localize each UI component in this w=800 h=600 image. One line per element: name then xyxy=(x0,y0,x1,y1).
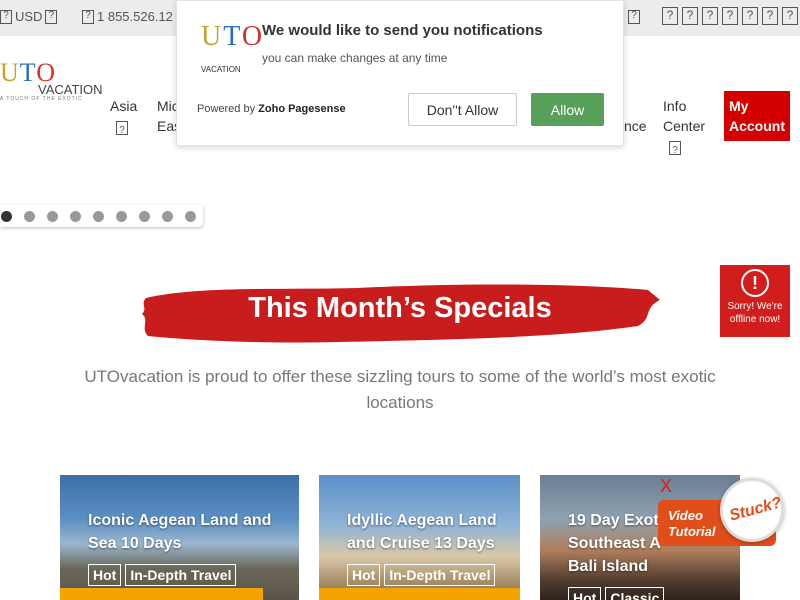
social-icon[interactable] xyxy=(682,7,698,25)
powered-brand: Zoho Pagesense xyxy=(258,103,346,115)
misc-icon-link[interactable] xyxy=(628,10,640,24)
account-label: Account xyxy=(729,118,785,134)
tag-badge: In-Depth Travel xyxy=(384,564,496,586)
nav-item-partial[interactable]: nce xyxy=(624,116,647,136)
alert-icon: ! xyxy=(741,269,769,297)
chevron-down-icon xyxy=(45,9,58,24)
nav-label: Asia xyxy=(110,98,138,114)
stuck-bubble[interactable]: Stuck? xyxy=(720,478,784,542)
popup-title: We would like to send you notifications xyxy=(262,22,543,39)
site-logo[interactable]: UTO VACATION A TOUCH OF THE EXOTIC xyxy=(0,58,105,108)
tour-title: 19 Day Exot Southeast A Bali Island xyxy=(568,512,661,575)
logo-tagline: A TOUCH OF THE EXOTIC xyxy=(0,96,83,102)
help-widget: Video Tutorial Stuck? X xyxy=(658,476,793,550)
misc-icon xyxy=(628,10,640,24)
phone-number: 1 855.526.12 xyxy=(97,9,173,24)
nav-item-info-center[interactable]: Info Center xyxy=(663,96,706,161)
price-bar xyxy=(60,588,263,600)
offline-text: offline now! xyxy=(729,314,781,325)
slider-dot[interactable] xyxy=(116,210,127,222)
currency-selector[interactable]: USD xyxy=(0,9,58,24)
phone-link[interactable]: 1 855.526.12 xyxy=(82,9,173,24)
nav-label: Info xyxy=(663,98,687,114)
slider-pagination xyxy=(0,205,203,227)
slider-dot[interactable] xyxy=(162,210,173,222)
tour-tags: Hot In-Depth Travel xyxy=(88,564,237,586)
popup-logo: UTO VACATION xyxy=(201,21,265,74)
tour-tags: Hot Classic xyxy=(568,587,665,600)
offline-text: Sorry! We're xyxy=(727,301,783,312)
slider-dot[interactable] xyxy=(93,210,104,222)
dont-allow-button[interactable]: Don''t Allow xyxy=(408,93,517,126)
slider-dot[interactable] xyxy=(70,210,81,222)
tag-badge: Hot xyxy=(88,564,122,586)
nav-label: nce xyxy=(624,118,647,134)
tour-title: Idyllic Aegean Land and Cruise 13 Days xyxy=(347,512,497,552)
chevron-down-icon xyxy=(116,121,128,141)
offline-chat-widget[interactable]: ! Sorry! We're offline now! xyxy=(720,265,790,337)
social-icon[interactable] xyxy=(782,7,798,25)
tag-badge: In-Depth Travel xyxy=(125,564,237,586)
social-icon[interactable] xyxy=(742,7,758,25)
close-icon[interactable]: X xyxy=(660,476,672,497)
page-subtitle: UTOvacation is proud to offer these sizz… xyxy=(84,367,716,412)
account-label: My xyxy=(729,98,749,114)
logo-subtext: VACATION xyxy=(38,82,103,97)
notification-popup: UTO VACATION We would like to send you n… xyxy=(176,0,624,146)
social-icon[interactable] xyxy=(762,7,778,25)
nav-label: Center xyxy=(663,118,706,134)
chevron-down-icon xyxy=(669,141,681,161)
slider-dot[interactable] xyxy=(139,210,150,222)
allow-button[interactable]: Allow xyxy=(531,93,604,126)
slider-dot[interactable] xyxy=(24,210,35,222)
my-account-button[interactable]: My Account xyxy=(724,91,790,141)
popup-message: you can make changes at any time xyxy=(262,51,448,65)
social-links xyxy=(662,7,798,25)
social-icon[interactable] xyxy=(722,7,738,25)
currency-label: USD xyxy=(15,9,43,24)
page-title: This Month’s Specials xyxy=(248,292,552,324)
powered-by: Powered by Zoho Pagesense xyxy=(197,103,346,115)
tour-tags: Hot In-Depth Travel xyxy=(347,564,496,586)
currency-icon xyxy=(0,9,12,24)
nav-item-asia[interactable]: Asia xyxy=(110,96,138,141)
slider-dot[interactable] xyxy=(185,210,196,222)
tour-card[interactable]: Iconic Aegean Land and Sea 10 Days Hot In… xyxy=(60,475,299,600)
price-bar xyxy=(319,588,520,600)
tour-card[interactable]: Idyllic Aegean Land and Cruise 13 Days Ho… xyxy=(319,475,520,600)
social-icon[interactable] xyxy=(662,7,678,25)
tag-badge: Hot xyxy=(347,564,381,586)
phone-icon xyxy=(82,9,94,24)
tour-title: Iconic Aegean Land and Sea 10 Days xyxy=(88,512,272,552)
slider-dot[interactable] xyxy=(47,210,58,222)
social-icon[interactable] xyxy=(702,7,718,25)
tag-badge: Hot xyxy=(568,587,602,600)
tag-badge: Classic xyxy=(605,587,665,600)
slider-dot[interactable] xyxy=(1,210,12,222)
